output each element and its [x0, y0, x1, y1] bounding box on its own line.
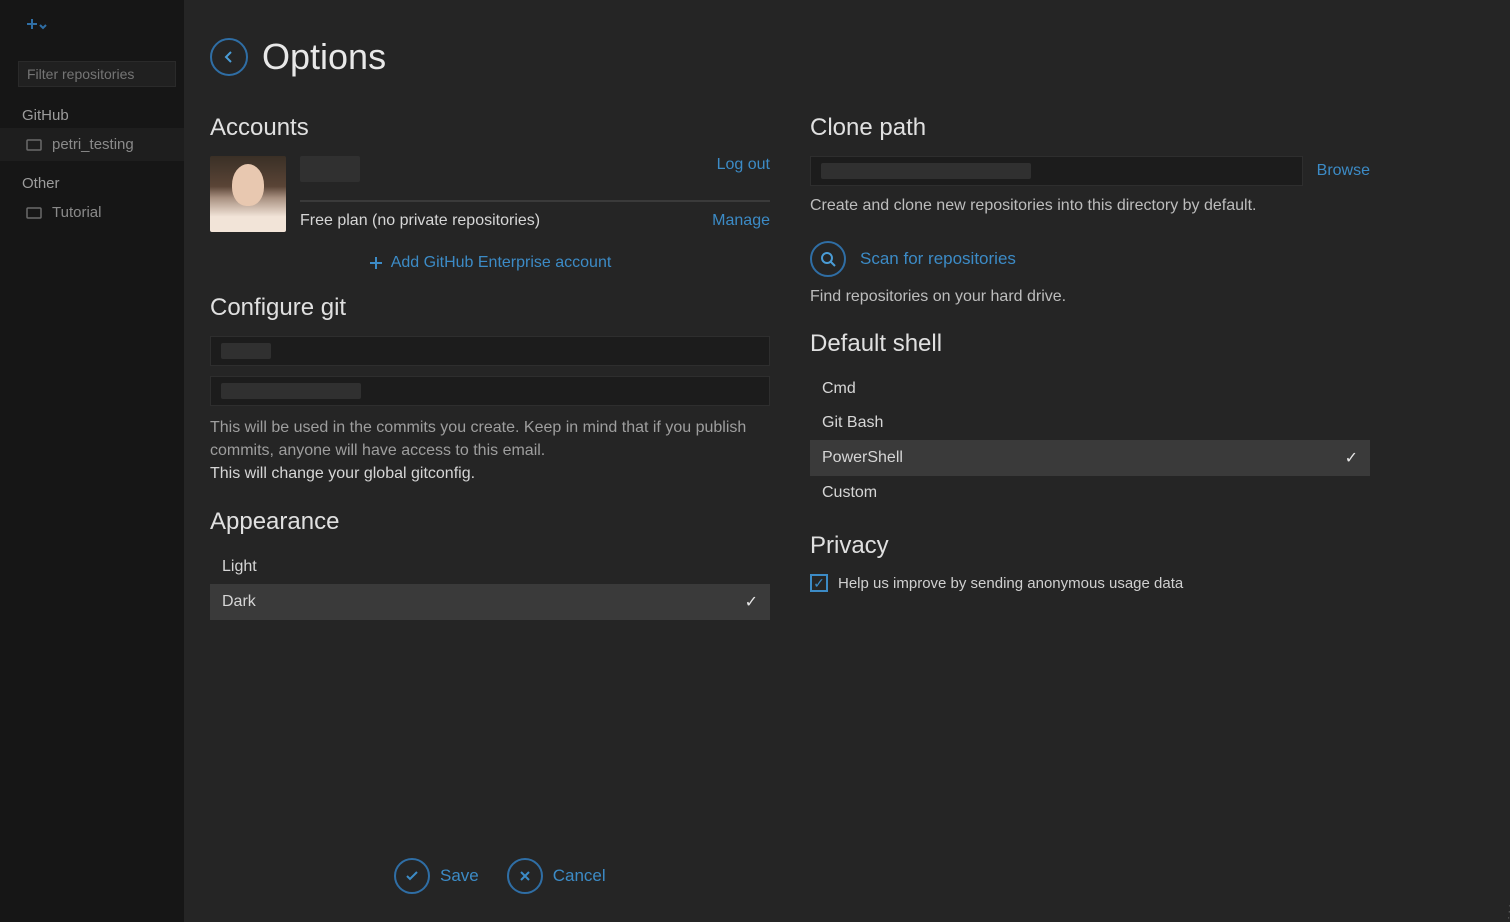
sidebar: GitHub petri_testing Other Tutorial — [0, 0, 184, 922]
sidebar-item-petri-testing[interactable]: petri_testing — [0, 128, 184, 161]
add-repo-button[interactable] — [0, 0, 184, 43]
cancel-button[interactable]: Cancel — [507, 858, 606, 894]
option-label: Light — [222, 558, 257, 576]
option-label: Cmd — [822, 380, 856, 398]
chevron-left-icon — [222, 50, 236, 64]
check-icon: ✓ — [745, 592, 758, 612]
check-icon — [404, 868, 420, 884]
account-plan: Free plan (no private repositories) — [300, 212, 540, 230]
footer: Save Cancel — [394, 858, 606, 894]
repo-icon — [26, 206, 42, 220]
privacy-heading: Privacy — [810, 532, 1370, 560]
appearance-list: Light Dark ✓ — [210, 550, 770, 620]
privacy-label: Help us improve by sending anonymous usa… — [838, 575, 1183, 592]
close-icon — [518, 869, 532, 883]
sidebar-item-tutorial[interactable]: Tutorial — [0, 196, 184, 229]
option-label: Dark — [222, 593, 256, 611]
shell-option-cmd[interactable]: Cmd — [810, 372, 1370, 406]
left-column: Accounts Log out Free plan (no private r… — [210, 92, 770, 620]
clone-path-input[interactable] — [810, 156, 1303, 186]
configure-git-heading: Configure git — [210, 294, 770, 322]
repo-icon — [26, 138, 42, 152]
git-email-input[interactable] — [210, 376, 770, 406]
option-label: Custom — [822, 484, 877, 502]
save-button[interactable]: Save — [394, 858, 479, 894]
default-shell-heading: Default shell — [810, 330, 1370, 358]
logout-link[interactable]: Log out — [717, 156, 770, 174]
privacy-checkbox[interactable]: ✓ — [810, 574, 828, 592]
plus-icon — [369, 256, 383, 270]
git-help-text: This will be used in the commits you cre… — [210, 416, 770, 486]
page-title: Options — [262, 36, 386, 78]
account-username — [300, 156, 360, 182]
clone-caption: Create and clone new repositories into t… — [810, 194, 1370, 217]
right-column: Clone path Browse Create and clone new r… — [810, 92, 1370, 620]
check-icon: ✓ — [1345, 448, 1358, 468]
save-label: Save — [440, 866, 479, 886]
search-icon — [820, 251, 836, 267]
filter-repos-input[interactable] — [18, 61, 176, 87]
page-header: Options — [184, 0, 1510, 92]
scan-caption: Find repositories on your hard drive. — [810, 285, 1370, 308]
browse-link[interactable]: Browse — [1317, 162, 1370, 180]
appearance-option-light[interactable]: Light — [210, 550, 770, 584]
git-name-input[interactable] — [210, 336, 770, 366]
shell-list: Cmd Git Bash PowerShell ✓ Custom — [810, 372, 1370, 510]
scan-link[interactable]: Scan for repositories — [860, 249, 1016, 269]
sidebar-item-label: petri_testing — [52, 136, 134, 153]
shell-option-custom[interactable]: Custom — [810, 476, 1370, 510]
shell-option-powershell[interactable]: PowerShell ✓ — [810, 440, 1370, 476]
sidebar-item-label: Tutorial — [52, 204, 101, 221]
sidebar-group-github: GitHub — [0, 93, 184, 128]
clone-path-heading: Clone path — [810, 114, 1370, 142]
sidebar-group-other: Other — [0, 161, 184, 196]
back-button[interactable] — [210, 38, 248, 76]
accounts-heading: Accounts — [210, 114, 770, 142]
manage-link[interactable]: Manage — [712, 212, 770, 230]
scan-button[interactable] — [810, 241, 846, 277]
option-label: Git Bash — [822, 414, 883, 432]
appearance-option-dark[interactable]: Dark ✓ — [210, 584, 770, 620]
add-enterprise-label: Add GitHub Enterprise account — [391, 254, 612, 272]
cancel-label: Cancel — [553, 866, 606, 886]
add-enterprise-button[interactable]: Add GitHub Enterprise account — [210, 254, 770, 272]
avatar — [210, 156, 286, 232]
main: Options Accounts Log out Free plan (no p… — [184, 0, 1510, 922]
shell-option-gitbash[interactable]: Git Bash — [810, 406, 1370, 440]
option-label: PowerShell — [822, 449, 903, 467]
appearance-heading: Appearance — [210, 508, 770, 536]
